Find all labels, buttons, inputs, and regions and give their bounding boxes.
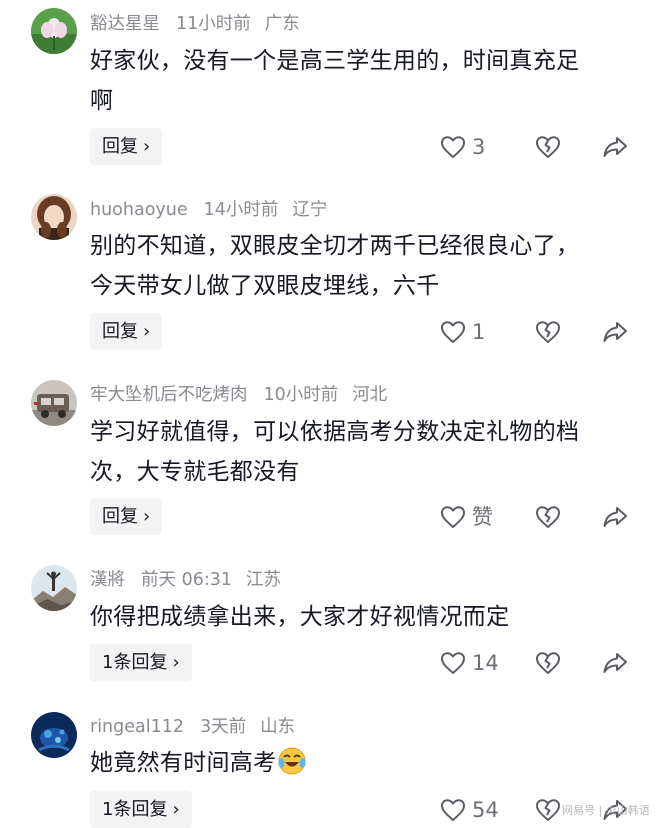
share-arrow-icon[interactable]	[601, 133, 629, 161]
comment-text: 学习好就值得，可以依据高考分数决定礼物的档 次，大专就毛都没有	[90, 412, 635, 492]
broken-heart-icon[interactable]	[534, 133, 562, 161]
comment-text-line: 啊	[90, 88, 114, 114]
girl-avatar-image	[31, 194, 77, 240]
heart-outline-icon	[441, 652, 465, 674]
comment-text: 好家伙，没有一个是高三学生用的，时间真充足 啊	[90, 41, 635, 121]
reply-label: 回复	[102, 136, 138, 157]
comment-location: 河北	[352, 385, 388, 405]
username[interactable]: ringeal112	[90, 717, 184, 737]
chevron-right-icon: ›	[143, 136, 151, 157]
heart-outline-icon	[441, 136, 465, 158]
comment-time: 14小时前	[203, 200, 279, 220]
reply-label: 回复	[102, 321, 138, 342]
reply-button[interactable]: 1条回复 ›	[90, 791, 192, 828]
comment-location: 山东	[260, 717, 296, 737]
comment-text-line: 学习好就值得，可以依据高考分数决定礼物的档	[90, 419, 580, 445]
comment-text-content: 她竟然有时间高考	[90, 750, 277, 776]
comment-text-line: 次，大专就毛都没有	[90, 459, 300, 485]
username[interactable]: 漢將	[90, 570, 125, 590]
reply-button[interactable]: 回复 ›	[90, 313, 163, 350]
ocean-avatar-image	[31, 712, 77, 758]
avatar[interactable]	[31, 380, 77, 426]
heart-outline-icon	[441, 321, 465, 343]
crying-laughing-emoji-icon	[278, 747, 306, 775]
watermark: 网易号 | 火山韩语	[562, 804, 650, 817]
share-arrow-icon[interactable]	[601, 649, 629, 677]
reply-label: 1条回复	[102, 799, 168, 820]
like-count: 54	[472, 798, 499, 822]
avatar[interactable]	[31, 712, 77, 758]
like-button[interactable]: 14	[440, 648, 499, 678]
like-button[interactable]: 赞	[440, 502, 493, 532]
comment-time: 10小时前	[263, 385, 339, 405]
like-button[interactable]: 3	[440, 132, 485, 162]
like-count: 14	[472, 651, 499, 675]
reply-button[interactable]: 1条回复 ›	[90, 644, 192, 681]
comment-location: 辽宁	[292, 200, 328, 220]
comment-time: 3天前	[200, 717, 247, 737]
comment-text: 你得把成绩拿出来，大家才好视情况而定	[90, 597, 635, 637]
comment-time: 前天 06:31	[141, 570, 232, 590]
heart-outline-icon	[441, 799, 465, 821]
reply-label: 1条回复	[102, 652, 168, 673]
vehicle-avatar-image	[31, 380, 77, 426]
comment-meta: 豁达星星 11小时前 广东	[90, 11, 314, 37]
broken-heart-icon[interactable]	[534, 796, 562, 824]
like-count: 3	[472, 135, 486, 159]
like-count: 1	[472, 320, 486, 344]
chevron-right-icon: ›	[172, 799, 180, 820]
comment-text-line: 你得把成绩拿出来，大家才好视情况而定	[90, 604, 510, 630]
comment-text-line: 她竟然有时间高考	[90, 743, 635, 783]
broken-heart-icon[interactable]	[534, 649, 562, 677]
chevron-right-icon: ›	[143, 321, 151, 342]
comment-text-line: 别的不知道，双眼皮全切才两千已经很良心了，	[90, 233, 580, 259]
comment-meta: 牢大坠机后不吃烤肉 10小时前 河北	[90, 382, 401, 408]
broken-heart-icon[interactable]	[534, 318, 562, 346]
like-count: 赞	[472, 505, 493, 529]
comment-location: 江苏	[246, 570, 281, 590]
heart-outline-icon	[441, 506, 465, 528]
broken-heart-icon[interactable]	[534, 503, 562, 531]
comment-location: 广东	[264, 14, 300, 34]
username[interactable]: 豁达星星	[90, 14, 160, 34]
comment-text: 她竟然有时间高考	[90, 743, 635, 783]
comment-meta: huohaoyue 14小时前 辽宁	[90, 197, 341, 223]
avatar[interactable]	[31, 8, 77, 54]
comment-text: 别的不知道，双眼皮全切才两千已经很良心了， 今天带女儿做了双眼皮埋线，六千	[90, 226, 635, 306]
avatar[interactable]	[31, 194, 77, 240]
chevron-right-icon: ›	[172, 652, 180, 673]
username[interactable]: 牢大坠机后不吃烤肉	[90, 385, 248, 405]
reply-button[interactable]: 回复 ›	[90, 128, 163, 165]
share-arrow-icon[interactable]	[601, 318, 629, 346]
avatar[interactable]	[31, 565, 77, 611]
share-arrow-icon[interactable]	[601, 503, 629, 531]
like-button[interactable]: 54	[440, 795, 499, 825]
comment-meta: ringeal112 3天前 山东	[90, 714, 309, 740]
chevron-right-icon: ›	[143, 506, 151, 527]
reply-button[interactable]: 回复 ›	[90, 498, 163, 535]
comment-meta: 漢將 前天 06:31 江苏	[90, 567, 295, 593]
comment-time: 11小时前	[176, 14, 251, 34]
reply-label: 回复	[102, 506, 138, 527]
mountain-avatar-image	[31, 565, 77, 611]
like-button[interactable]: 1	[440, 317, 485, 347]
username[interactable]: huohaoyue	[90, 200, 188, 220]
comment-text-line: 好家伙，没有一个是高三学生用的，时间真充足	[90, 48, 580, 74]
flower-avatar-image	[31, 8, 77, 54]
comment-text-line: 今天带女儿做了双眼皮埋线，六千	[90, 273, 440, 299]
